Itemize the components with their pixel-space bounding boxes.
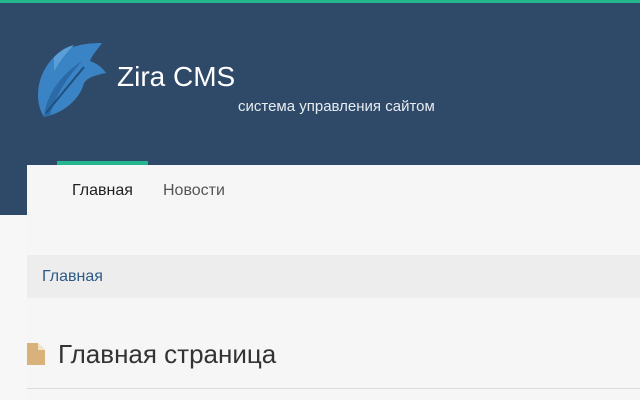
- page: Zira CMS система управления сайтом Главн…: [0, 0, 640, 400]
- site-subtitle: система управления сайтом: [238, 98, 435, 115]
- site-title[interactable]: Zira CMS: [117, 61, 235, 93]
- page-title: Главная страница: [58, 339, 277, 369]
- breadcrumb-item-home[interactable]: Главная: [42, 255, 103, 298]
- nav-item-home[interactable]: Главная: [72, 165, 133, 215]
- content-panel: Главная Новости Главная Главная страница: [27, 161, 640, 400]
- nav-item-news[interactable]: Новости: [163, 165, 225, 215]
- breadcrumb: Главная: [27, 255, 640, 298]
- document-icon: [27, 343, 45, 365]
- main-nav: Главная Новости: [27, 161, 640, 215]
- divider: [27, 388, 640, 389]
- leaf-logo-icon[interactable]: [30, 41, 106, 119]
